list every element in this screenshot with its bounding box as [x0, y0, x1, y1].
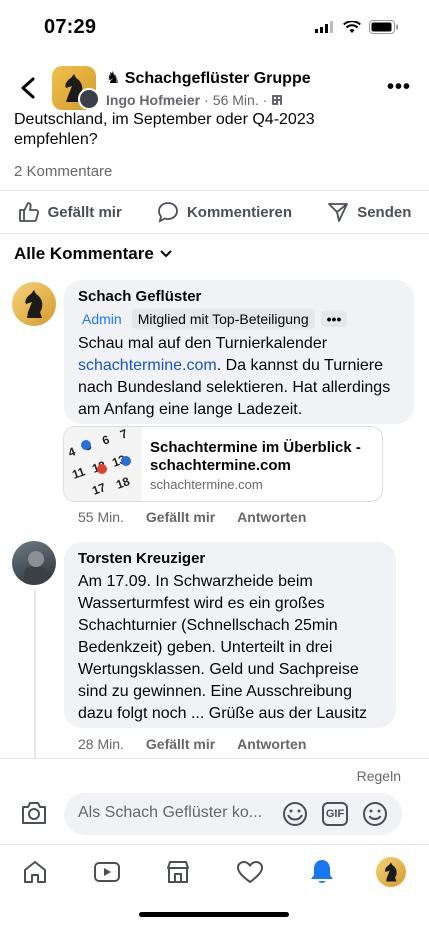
- post-meta: Ingo Hofmeier · 56 Min. ·: [106, 92, 283, 108]
- thread-line: [34, 590, 36, 760]
- post-body: Deutschland, im September oder Q4-2023 e…: [14, 111, 414, 150]
- more-options-button[interactable]: •••: [387, 76, 411, 99]
- comment-input-placeholder: Als Schach Geflüster ko...: [78, 804, 263, 821]
- comment-reply-button[interactable]: Antworten: [237, 736, 306, 752]
- comment-count[interactable]: 2 Kommentare: [14, 163, 112, 180]
- preview-title: Schachtermine im Überblick - schachtermi…: [150, 439, 361, 474]
- post-actions: Gefällt mir Kommentieren Senden: [0, 190, 429, 234]
- chevron-down-icon: [160, 250, 172, 258]
- comment-sort-selector[interactable]: Alle Kommentare: [14, 244, 172, 264]
- home-indicator: [139, 912, 289, 917]
- post-text-line1: Deutschland, im September oder Q4-2023: [14, 111, 315, 128]
- comment-text: Schau mal auf den Turnierkalender schach…: [78, 335, 391, 418]
- back-icon: [21, 77, 35, 99]
- office-icon: [272, 95, 283, 105]
- comment-avatar-schach-gefluester[interactable]: [12, 282, 56, 326]
- chess-knight-logo: [25, 290, 43, 318]
- share-button[interactable]: Senden: [327, 201, 411, 223]
- signal-icon: [315, 21, 333, 33]
- dating-icon: [236, 860, 264, 884]
- home-icon: [24, 861, 46, 883]
- bottom-tab-bar: [0, 844, 429, 900]
- comment-time: 28 Min.: [78, 736, 124, 752]
- status-icons: [315, 20, 399, 34]
- share-label: Senden: [357, 203, 412, 221]
- comment-text: Am 17.09. In Schwarzheide beim Wassertur…: [78, 573, 368, 722]
- share-icon: [328, 203, 349, 222]
- tab-home[interactable]: [20, 857, 50, 887]
- group-name[interactable]: ♞ Schachgeflüster Gruppe: [106, 68, 311, 88]
- comment-like-button[interactable]: Gefällt mir: [146, 509, 215, 525]
- comment-author[interactable]: Torsten Kreuziger: [78, 550, 382, 567]
- admin-badge: Admin: [82, 311, 122, 327]
- comment-bubble: Torsten Kreuziger Am 17.09. In Schwarzhe…: [64, 542, 396, 728]
- author-avatar[interactable]: [78, 88, 100, 110]
- preview-domain: schachtermine.com: [150, 477, 263, 492]
- comment-like-button[interactable]: Gefällt mir: [146, 736, 215, 752]
- rules-link[interactable]: Regeln: [357, 768, 401, 784]
- comment-meta: 55 Min. Gefällt mir Antworten: [78, 509, 306, 525]
- gif-icon[interactable]: GIF: [322, 802, 348, 826]
- status-time: 07:29: [44, 16, 97, 38]
- marketplace-icon: [167, 861, 189, 883]
- status-bar: 07:29: [0, 0, 429, 56]
- author-name[interactable]: Ingo Hofmeier: [106, 92, 200, 108]
- comment-label: Kommentieren: [186, 203, 292, 221]
- post-header: ♞ Schachgeflüster Gruppe Ingo Hofmeier ·…: [0, 60, 429, 116]
- sort-label: Alle Kommentare: [14, 244, 154, 263]
- comment-link[interactable]: schachtermine.com: [78, 357, 217, 374]
- tab-profile[interactable]: [376, 857, 406, 887]
- comment-button[interactable]: Kommentieren: [157, 201, 292, 223]
- post-text-line2: empfehlen?: [14, 131, 98, 148]
- post-time: 56 Min.: [212, 92, 259, 108]
- like-button[interactable]: Gefällt mir: [18, 201, 122, 223]
- comment-author[interactable]: Schach Geflüster: [78, 288, 400, 305]
- tab-dating[interactable]: [235, 857, 265, 887]
- comment-input[interactable]: Als Schach Geflüster ko... GIF: [64, 793, 402, 835]
- tab-video[interactable]: [92, 857, 122, 887]
- like-label: Gefällt mir: [47, 203, 122, 221]
- bell-icon: [311, 860, 333, 883]
- comment-time: 55 Min.: [78, 509, 124, 525]
- camera-button[interactable]: [20, 800, 48, 831]
- top-member-badge: Mitglied mit Top-Beteiligung: [131, 309, 315, 329]
- like-icon: [18, 202, 39, 222]
- comment-reply-button[interactable]: Antworten: [237, 509, 306, 525]
- camera-icon: [22, 802, 46, 824]
- battery-icon: [369, 20, 398, 34]
- wifi-icon: [343, 20, 361, 33]
- link-preview-card[interactable]: 4 5 6 7 11 12 13 17 18 Schachtermine im …: [63, 426, 383, 502]
- badge-row: Admin Mitglied mit Top-Beteiligung •••: [78, 309, 400, 329]
- badge-more-button[interactable]: •••: [320, 311, 348, 327]
- tab-notifications[interactable]: [307, 857, 337, 887]
- comment-meta: 28 Min. Gefällt mir Antworten: [78, 736, 306, 752]
- back-button[interactable]: [14, 74, 42, 102]
- sticker-icon[interactable]: [282, 801, 308, 827]
- tab-marketplace[interactable]: [163, 857, 193, 887]
- emoji-icon[interactable]: [362, 801, 388, 827]
- video-icon: [94, 862, 120, 882]
- calendar-thumbnail: 4 5 6 7 11 12 13 17 18: [64, 427, 142, 501]
- profile-avatar: [376, 857, 406, 887]
- comment-avatar-torsten[interactable]: [12, 541, 56, 585]
- comment-bubble: Schach Geflüster Admin Mitglied mit Top-…: [64, 280, 414, 424]
- avatar-photo: [24, 551, 48, 585]
- comment-icon: [158, 202, 178, 223]
